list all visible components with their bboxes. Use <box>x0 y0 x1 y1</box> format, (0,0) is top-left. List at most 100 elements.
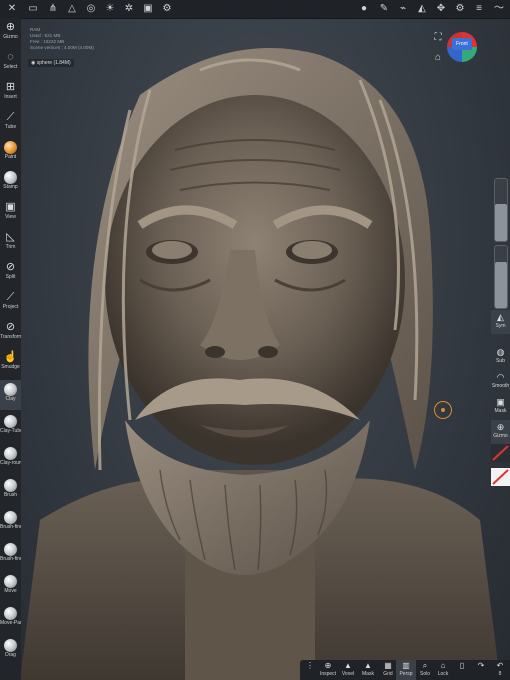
camera-icon: ▣ <box>5 201 16 213</box>
tool-label: Transform <box>0 334 21 340</box>
lock-button[interactable]: ⌂ Lock <box>433 660 453 680</box>
tool-move-part[interactable]: Move-Part <box>0 604 21 634</box>
gizmo-icon: ⊕ <box>5 21 16 33</box>
tool-trim[interactable]: ◺ Trim <box>0 228 21 258</box>
tool-split[interactable]: ⊘ Split <box>0 258 21 288</box>
stroke-curve-icon[interactable]: 〜 <box>493 3 505 15</box>
material-icon[interactable]: ◎ <box>85 3 97 15</box>
tool-project[interactable]: ⟋ Project <box>0 288 21 318</box>
smooth-icon: ◠ <box>496 372 505 382</box>
tool-smooth[interactable]: ◠ Smooth <box>491 370 510 394</box>
tool-insert[interactable]: ⊞ Insert <box>0 78 21 108</box>
tool-tube[interactable]: ⟋ Tube <box>0 108 21 138</box>
tool-label: Move-Part <box>0 620 21 626</box>
tool-label: Brush-fine <box>0 524 21 530</box>
tool-label: Inspect <box>319 671 337 677</box>
bottom-toolbar: ⋮ ⊕ Inspect ▲ Voxel ▲ Mask ▦ Grid ▥ Persp ⌕ So… <box>300 660 510 680</box>
tool-sub[interactable]: ◍ Sub <box>491 345 510 369</box>
home-icon[interactable]: ⌂ <box>432 52 444 64</box>
inspect-icon: ⊕ <box>324 661 332 670</box>
stamp-icon <box>4 171 17 184</box>
tool-label: Gizmo <box>493 433 508 439</box>
gear-icon[interactable]: ⚙ <box>454 3 466 15</box>
undo-count: 8 <box>498 671 502 677</box>
tool-label: Mask <box>494 408 507 414</box>
no-material-swatch-dark[interactable] <box>491 444 510 462</box>
lighting-icon[interactable]: ☀ <box>104 3 116 15</box>
tool-label: Brush-fine2 <box>0 556 21 562</box>
undo-button[interactable]: ↶ 8 <box>490 660 510 680</box>
sliders-icon[interactable]: ≡ <box>473 3 485 15</box>
picker-icon[interactable]: ⌁ <box>397 3 409 15</box>
view-cube[interactable]: Front <box>447 32 477 62</box>
tool-label: Lock <box>437 671 449 677</box>
redo-button[interactable]: ↷ <box>471 660 491 680</box>
scene-stats: RAM Used : 621 MB Free : 15222 MB Scene … <box>30 27 94 51</box>
grid-button[interactable]: ▦ Grid <box>378 660 398 680</box>
scene-vertices: Scene vertices : 4.00M (4.00M) <box>30 45 94 50</box>
tool-label: Drag <box>5 652 16 658</box>
tool-label: Mask <box>362 671 374 677</box>
layers-button[interactable]: ▯ <box>452 660 472 680</box>
tool-view[interactable]: ▣ View <box>0 198 21 228</box>
tool-paint[interactable]: Paint <box>0 138 21 168</box>
tool-gizmo[interactable]: ⊕ Gizmo <box>0 18 21 48</box>
sculpt-viewport[interactable] <box>0 0 510 680</box>
folder-icon[interactable]: ▭ <box>27 3 39 15</box>
voxel-button[interactable]: ▲ Voxel <box>338 660 358 680</box>
tool-stamp[interactable]: Stamp <box>0 168 21 198</box>
tool-smudge[interactable]: ☝ Smudge <box>0 348 21 378</box>
tool-label: Insert <box>4 94 17 100</box>
tool-label: Project <box>2 304 19 310</box>
settings-icon[interactable]: ⚙ <box>161 3 173 15</box>
tool-brush-fine[interactable]: Brush-fine <box>0 508 21 538</box>
persp-button[interactable]: ▥ Persp <box>396 660 416 680</box>
brush-ball-icon <box>4 607 17 620</box>
mask-button[interactable]: ▲ Mask <box>358 660 378 680</box>
matcap-icon[interactable]: ● <box>358 3 370 15</box>
tool-brush-fine2[interactable]: Brush-fine2 <box>0 540 21 570</box>
symmetry-icon[interactable]: ◭ <box>416 3 428 15</box>
tool-label: Tube <box>4 124 17 130</box>
layers-icon: ▯ <box>459 661 465 670</box>
tube-icon: ⟋ <box>6 111 15 123</box>
postprocess-icon[interactable]: ✲ <box>123 3 135 15</box>
tool-brush[interactable]: Brush <box>0 476 21 506</box>
menu-button[interactable]: ⋮ <box>300 660 320 680</box>
tool-label: Sub <box>496 358 505 364</box>
inspect-button[interactable]: ⊕ Inspect <box>318 660 338 680</box>
tool-clay-round[interactable]: Clay-round <box>0 444 21 474</box>
brush-ball-icon <box>4 479 17 492</box>
split-icon: ⊘ <box>5 261 16 273</box>
topology-icon[interactable]: △ <box>66 3 78 15</box>
tool-move[interactable]: Move <box>0 572 21 602</box>
transform-icon: ⊘ <box>5 321 16 333</box>
lock-icon: ⌂ <box>440 661 446 670</box>
tool-symmetry[interactable]: ◭ Sym <box>491 310 510 334</box>
tool-label: Smooth <box>491 383 510 389</box>
tool-gizmo-right[interactable]: ⊕ Gizmo <box>491 420 510 444</box>
tool-clay-tube[interactable]: Clay-Tube <box>0 412 21 442</box>
tool-label: Smudge <box>1 364 20 370</box>
solo-button[interactable]: ⌕ Solo <box>415 660 435 680</box>
pencil-icon[interactable]: ✎ <box>378 3 390 15</box>
image-icon[interactable]: ▣ <box>142 3 154 15</box>
tool-select[interactable]: ◌ Select <box>0 48 21 78</box>
tool-clay[interactable]: Clay <box>0 380 21 410</box>
tool-mask[interactable]: ▣ Mask <box>491 395 510 419</box>
no-material-swatch-light[interactable] <box>491 468 510 486</box>
frame-icon[interactable]: ⛶ <box>432 32 444 44</box>
close-icon[interactable]: ✕ <box>6 3 18 15</box>
active-mesh-chip[interactable]: ◉ sphere (1.84M) <box>28 59 74 67</box>
brush-ball-icon <box>4 383 17 396</box>
gizmo-icon: ⊕ <box>496 422 505 432</box>
tool-label: Paint <box>4 154 17 160</box>
left-toolbar: ⊕ Gizmo ◌ Select ⊞ Insert ⟋ Tube Paint Stamp… <box>0 18 21 680</box>
stroke-icon[interactable]: ✥ <box>435 3 447 15</box>
tool-label: View <box>5 214 16 220</box>
tool-drag[interactable]: Drag <box>0 636 21 666</box>
tool-transform[interactable]: ⊘ Transform <box>0 318 21 348</box>
tool-label: Persp <box>399 671 413 677</box>
brush-cursor <box>434 401 452 419</box>
scene-tree-icon[interactable]: ⋔ <box>47 3 59 15</box>
